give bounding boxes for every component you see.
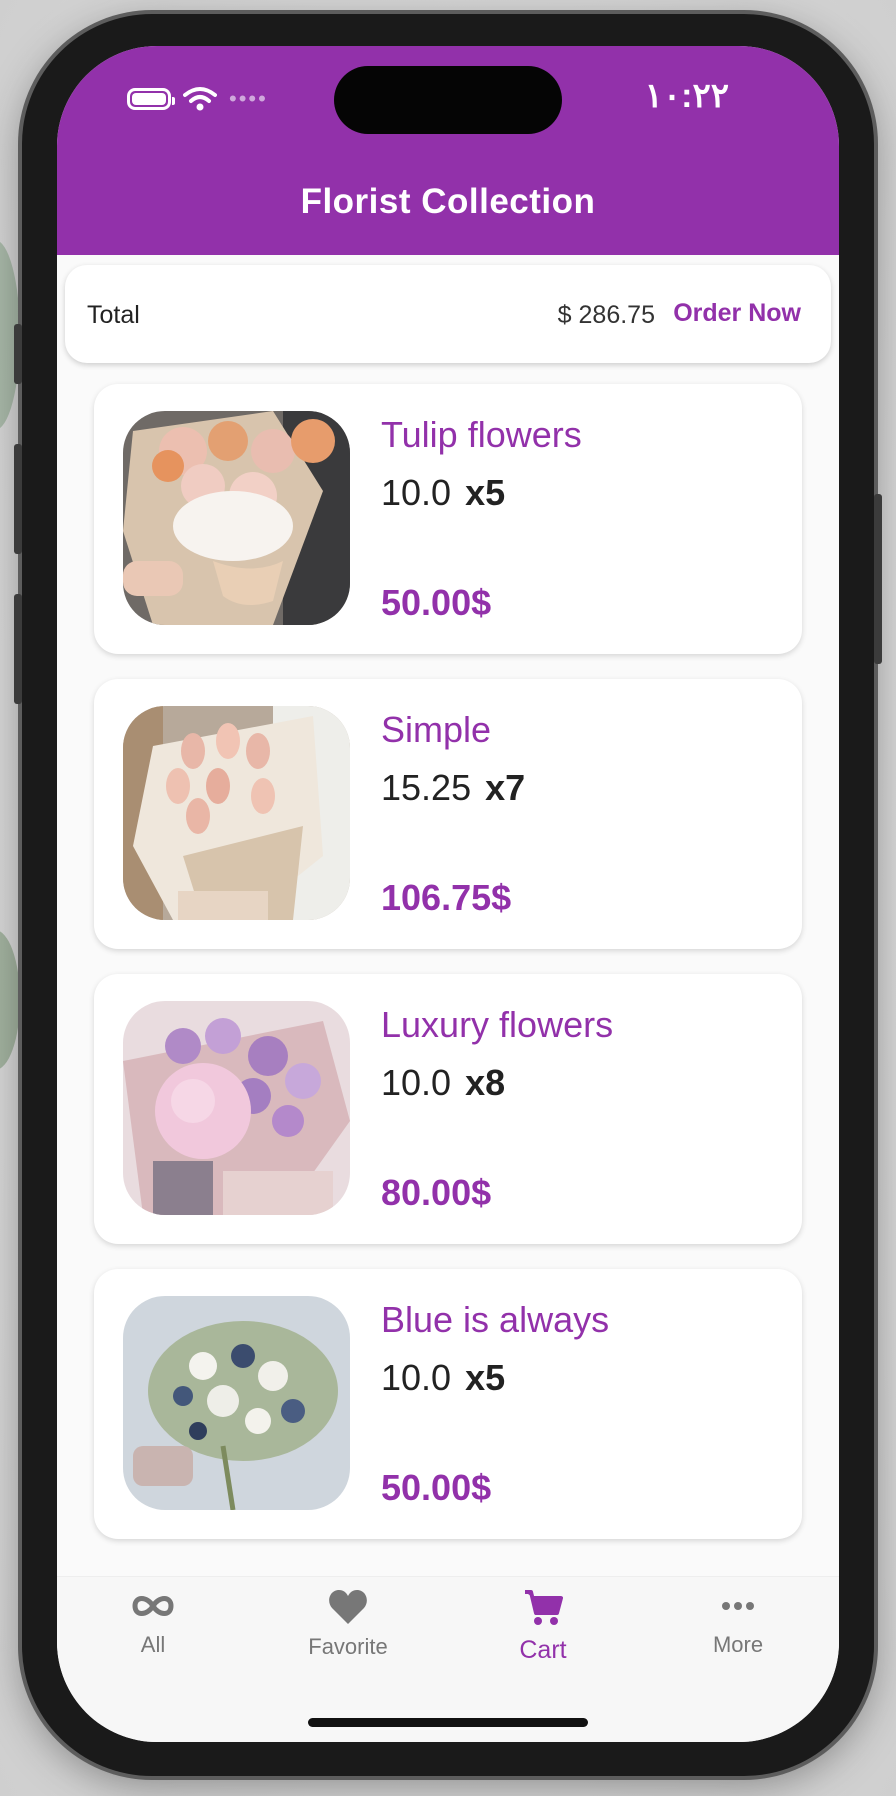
item-name: Simple (381, 709, 492, 750)
item-unit-price-quantity: 10.0 x5 (381, 472, 505, 514)
item-line-total: 80.00$ (381, 1172, 492, 1213)
product-image (123, 411, 350, 625)
item-line-total: 50.00$ (381, 582, 492, 623)
total-summary-card: Total $ 286.75 Order Now (65, 265, 831, 363)
cart-item-card[interactable]: Blue is always 10.0 x5 50.00$ (94, 1269, 802, 1539)
signal-icon: •••• (229, 86, 268, 111)
item-unit-price: 10.0 (381, 1357, 452, 1398)
item-name: Luxury flowers (381, 1004, 614, 1045)
nav-label: More (712, 1632, 764, 1657)
status-time: ١٠:٢٢ (644, 77, 729, 115)
item-unit-price-quantity: 10.0 x8 (381, 1062, 505, 1104)
item-quantity: x5 (465, 1357, 506, 1398)
battery-icon (127, 88, 175, 110)
cart-item-card[interactable]: Luxury flowers 10.0 x8 80.00$ (94, 974, 802, 1244)
home-indicator[interactable] (308, 1718, 588, 1727)
product-image (123, 706, 350, 920)
item-quantity: x5 (465, 472, 506, 513)
item-line-total: 50.00$ (381, 1467, 492, 1508)
item-quantity: x7 (485, 767, 526, 808)
more-dots-icon (722, 1602, 754, 1610)
infinity-icon (132, 1596, 174, 1616)
item-name: Tulip flowers (381, 414, 582, 455)
action-button (14, 324, 22, 384)
nav-label: All (140, 1632, 166, 1657)
item-unit-price: 15.25 (381, 767, 472, 808)
nav-item-favorite[interactable]: Favorite (268, 1589, 428, 1660)
page-title: Florist Collection (300, 182, 596, 221)
nav-item-more[interactable]: More (658, 1589, 818, 1658)
order-now-button[interactable]: Order Now (673, 299, 801, 328)
nav-item-cart[interactable]: Cart (463, 1589, 623, 1665)
status-icons: •••• (127, 86, 268, 112)
power-button (874, 494, 882, 664)
app-screen: •••• ١٠:٢٢ Florist Collection Total $ 28… (57, 46, 839, 1742)
item-quantity: x8 (465, 1062, 506, 1103)
product-image (123, 1001, 350, 1215)
total-label: Total (87, 301, 140, 329)
volume-up-button (14, 444, 22, 554)
item-name: Blue is always (381, 1299, 610, 1340)
cart-item-card[interactable]: Tulip flowers 10.0 x5 50.00$ (94, 384, 802, 654)
cart-item-card[interactable]: Simple 15.25 x7 106.75$ (94, 679, 802, 949)
item-unit-price: 10.0 (381, 1062, 452, 1103)
item-unit-price-quantity: 15.25 x7 (381, 767, 525, 809)
item-unit-price-quantity: 10.0 x5 (381, 1357, 505, 1399)
nav-label: Favorite (308, 1634, 388, 1659)
dynamic-island (334, 66, 562, 134)
app-bar: •••• ١٠:٢٢ Florist Collection (57, 46, 839, 255)
product-image (123, 1296, 350, 1510)
cart-icon (525, 1590, 563, 1625)
nav-item-all[interactable]: All (73, 1589, 233, 1658)
item-unit-price: 10.0 (381, 472, 452, 513)
item-line-total: 106.75$ (381, 877, 512, 918)
volume-down-button (14, 594, 22, 704)
total-amount: $ 286.75 (557, 301, 655, 329)
wifi-icon (183, 87, 217, 111)
nav-label: Cart (519, 1636, 567, 1664)
heart-icon (329, 1590, 367, 1624)
